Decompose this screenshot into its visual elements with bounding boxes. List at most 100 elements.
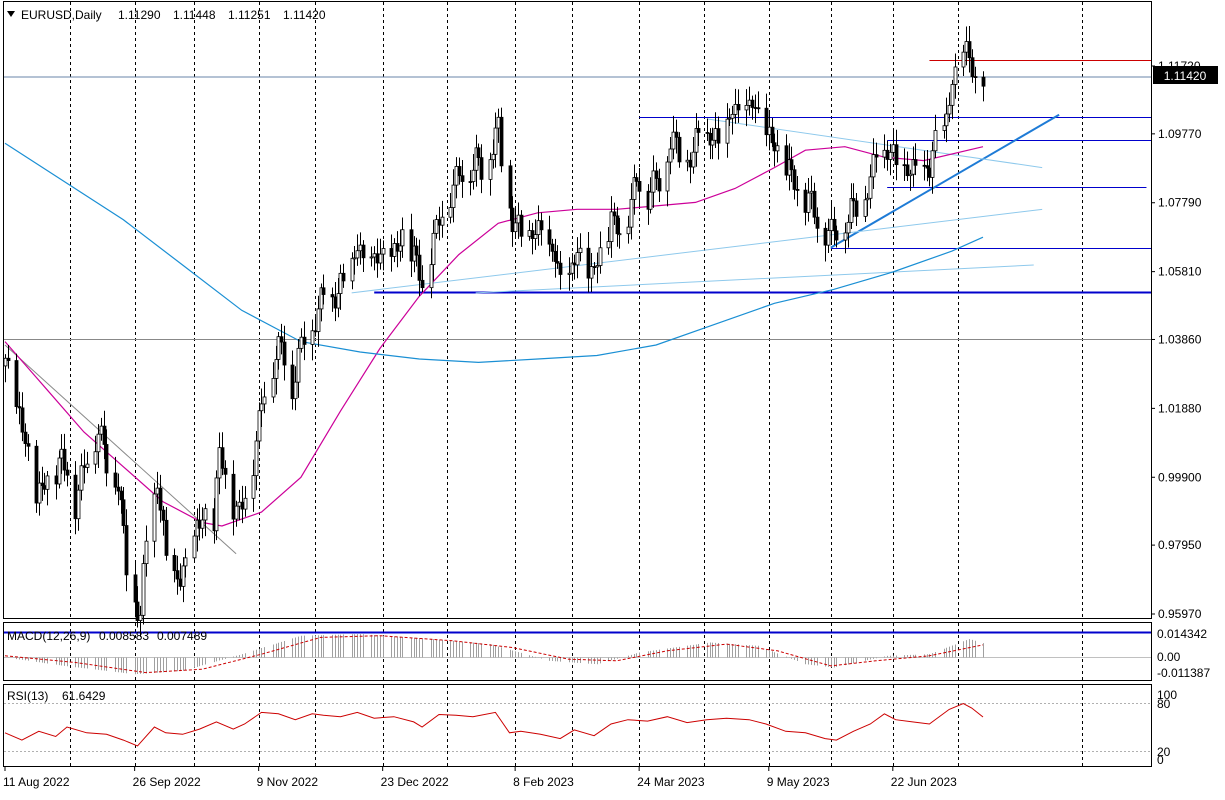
candle-body: [378, 253, 383, 264]
candle-body: [575, 252, 580, 266]
y-tick-label: 1.03860: [1158, 332, 1202, 346]
candle-body: [296, 347, 301, 383]
candle-body: [271, 378, 276, 398]
candle-body: [849, 198, 854, 223]
y-tick-label: 0.99900: [1158, 470, 1202, 484]
candle-body: [756, 107, 761, 110]
x-tick-label: 11 Aug 2022: [3, 775, 70, 789]
candle-body: [674, 131, 679, 138]
candle-body: [23, 431, 28, 444]
candle-body: [321, 287, 326, 295]
candle-body: [493, 127, 498, 155]
candle-body: [770, 126, 775, 144]
candle-body: [710, 139, 715, 146]
candle-body: [536, 220, 541, 235]
candle-body: [922, 164, 927, 167]
chart-canvas[interactable]: EURUSD,Daily 1.11290 1.11448 1.11251 1.1…: [0, 0, 1225, 795]
y-tick-label: 1.05810: [1158, 265, 1202, 279]
candle-body: [826, 230, 831, 246]
candle-body: [398, 245, 403, 252]
candle-body: [730, 113, 735, 119]
candle-body: [96, 433, 101, 453]
candle-body: [547, 229, 552, 245]
candle-body: [389, 248, 394, 257]
y-tick-label: 0.97950: [1158, 538, 1202, 552]
candle-body: [874, 154, 879, 158]
candle-body: [851, 198, 856, 202]
candle-body: [62, 448, 67, 471]
candle-body: [471, 169, 476, 182]
candle-body: [369, 256, 374, 259]
candle-body: [451, 184, 456, 208]
candle-body: [637, 181, 642, 192]
candle-body: [257, 410, 262, 442]
candle-body: [705, 132, 710, 134]
candle-body: [516, 214, 521, 224]
candle-body: [310, 330, 315, 345]
candle-body: [595, 265, 600, 268]
candle-body: [203, 508, 208, 521]
candle-body: [234, 505, 239, 520]
candle-body: [20, 407, 25, 433]
candle-body: [409, 229, 414, 262]
candle-body: [223, 467, 228, 475]
candle-body: [530, 230, 535, 239]
candle-body: [14, 360, 19, 407]
candle-body: [823, 227, 828, 246]
candle-body: [894, 144, 899, 166]
candle-body: [815, 216, 820, 229]
candle-body: [231, 473, 236, 520]
candle-body: [429, 264, 434, 289]
candle-body: [606, 241, 611, 249]
candle-body: [882, 149, 887, 158]
candle-body: [395, 243, 400, 252]
candle-body: [240, 501, 245, 510]
candle-body: [550, 243, 555, 252]
candle-body: [488, 159, 493, 180]
candle-body: [104, 444, 109, 474]
candle-body: [375, 253, 380, 264]
candle-body: [437, 219, 442, 226]
candle-body: [725, 118, 730, 144]
candle-body: [262, 396, 267, 405]
candle-body: [217, 447, 222, 479]
open-value: 1.11290: [118, 8, 161, 22]
candle-body: [144, 540, 149, 565]
candle-body: [220, 447, 225, 469]
x-tick-label: 22 Jun 2023: [891, 775, 957, 789]
candle-body: [352, 257, 357, 260]
candle-body: [259, 403, 264, 412]
candle-body: [970, 57, 975, 77]
candle-body: [753, 107, 758, 109]
candle-body: [795, 189, 800, 191]
candle-body: [519, 214, 524, 237]
candle-body: [79, 465, 84, 491]
candle-body: [733, 103, 738, 115]
candle-body: [65, 469, 70, 476]
trading-chart[interactable]: EURUSD,Daily 1.11290 1.11448 1.11251 1.1…: [0, 0, 1225, 795]
candle-body: [555, 261, 560, 264]
candle-body: [933, 130, 938, 152]
candle-body: [953, 66, 958, 85]
candle-body: [34, 445, 39, 504]
candle-body: [803, 189, 808, 213]
candle-body: [784, 145, 789, 176]
candle-body: [431, 232, 436, 266]
candle-body: [37, 482, 42, 504]
y-tick-label: 1.09770: [1158, 127, 1202, 141]
candle-body: [727, 117, 732, 120]
candle-body: [626, 226, 631, 235]
candle-body: [930, 150, 935, 178]
candle-body: [806, 192, 811, 213]
candle-body: [634, 177, 639, 182]
candle-body: [59, 448, 64, 459]
candle-body: [772, 142, 777, 152]
candle-body: [152, 493, 157, 542]
candle-body: [767, 126, 772, 136]
candle-body: [812, 190, 817, 218]
candle-body: [336, 293, 341, 309]
candle-body: [330, 294, 335, 298]
candle-body: [615, 215, 620, 235]
y-tick-label: 0.95970: [1158, 607, 1202, 621]
candle-body: [508, 165, 513, 209]
